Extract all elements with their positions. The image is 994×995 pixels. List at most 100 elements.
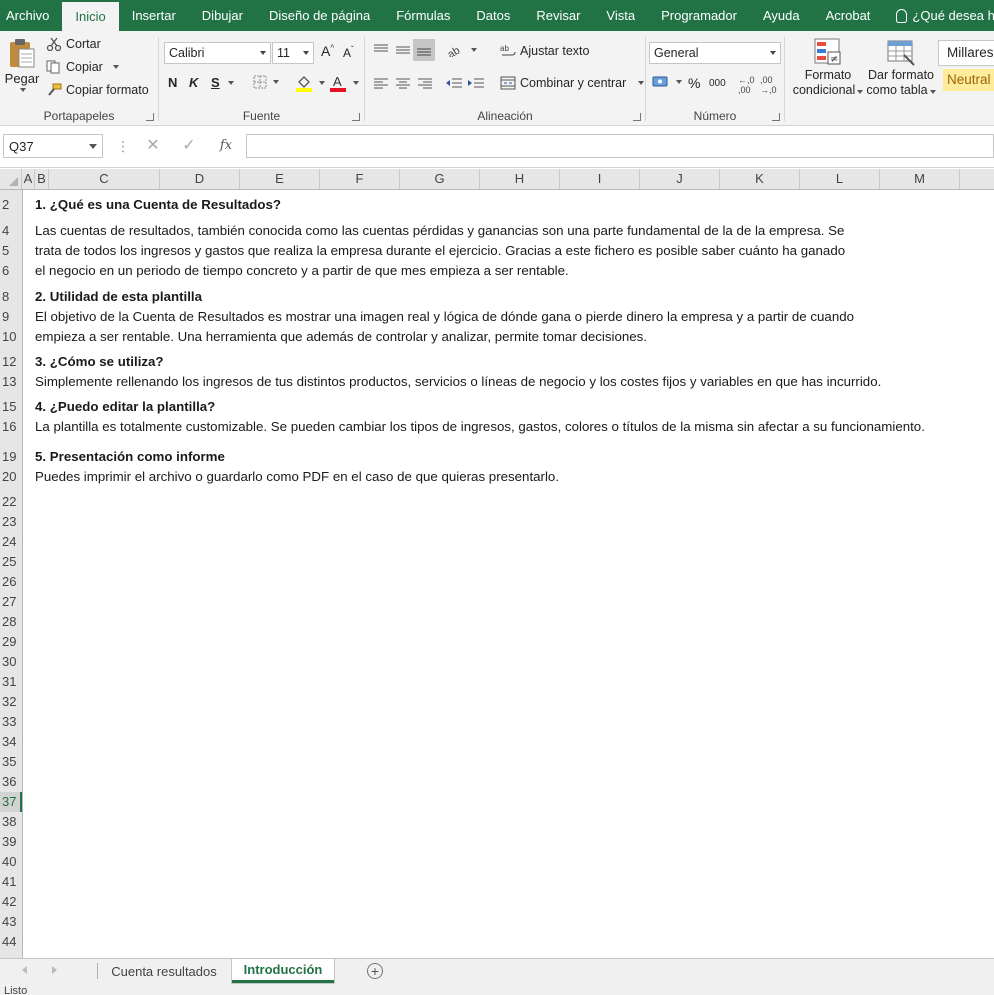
tab-revisar[interactable]: Revisar [523, 0, 593, 31]
row-header[interactable]: 24 [0, 532, 22, 552]
row-header[interactable]: 28 [0, 612, 22, 632]
accounting-format-button[interactable] [652, 75, 682, 89]
font-name-select[interactable]: Calibri [164, 42, 271, 64]
number-launcher-icon[interactable] [772, 113, 780, 121]
sheet-tab-cuenta-resultados[interactable]: Cuenta resultados [99, 959, 229, 983]
column-header-j[interactable]: J [640, 169, 720, 189]
style-millares[interactable]: Millares [938, 40, 994, 66]
fill-color-button[interactable] [295, 74, 325, 92]
tab-dibujar[interactable]: Dibujar [189, 0, 256, 31]
column-header-g[interactable]: G [400, 169, 480, 189]
underline-button[interactable]: S [211, 75, 234, 90]
number-format-select[interactable]: General [649, 42, 781, 64]
name-box[interactable]: Q37 [3, 134, 103, 158]
wrap-text-button[interactable]: ab Ajustar texto [500, 44, 589, 58]
font-size-select[interactable]: 11 [272, 42, 314, 64]
row-header[interactable]: 27 [0, 592, 22, 612]
decrease-decimal-button[interactable]: ,00 →,0 [760, 75, 777, 95]
row-header[interactable]: 8 [0, 287, 22, 307]
tab-vista[interactable]: Vista [593, 0, 648, 31]
row-header[interactable]: 41 [0, 872, 22, 892]
column-header-f[interactable]: F [320, 169, 400, 189]
row-header-selected[interactable]: 37 [0, 792, 22, 812]
align-left-icon[interactable] [373, 77, 389, 91]
alignment-launcher-icon[interactable] [633, 113, 641, 121]
insert-function-button[interactable]: fx [214, 135, 238, 157]
row-header[interactable]: 30 [0, 652, 22, 672]
row-header[interactable]: 4 [0, 221, 22, 241]
scroll-tabs-left-icon[interactable] [22, 966, 27, 974]
row-header[interactable]: 43 [0, 912, 22, 932]
italic-button[interactable]: K [189, 75, 198, 90]
percent-button[interactable]: % [688, 75, 700, 91]
row-header[interactable]: 2 [0, 195, 22, 215]
row-header[interactable]: 19 [0, 447, 22, 467]
more-options-icon[interactable]: ⋮ [116, 138, 130, 154]
tell-me-search[interactable]: ¿Qué desea hacer? [883, 0, 994, 31]
worksheet-grid[interactable]: 1. ¿Qué es una Cuenta de Resultados? Las… [23, 190, 994, 958]
clipboard-launcher-icon[interactable] [146, 113, 154, 121]
align-top-icon[interactable] [373, 43, 389, 57]
row-header[interactable]: 31 [0, 672, 22, 692]
cut-button[interactable]: Cortar [46, 37, 101, 51]
tab-datos[interactable]: Datos [463, 0, 523, 31]
decrease-indent-icon[interactable] [445, 77, 463, 91]
row-header[interactable]: 38 [0, 812, 22, 832]
formula-input[interactable] [246, 134, 994, 158]
decrease-font-button[interactable]: Aˇ [343, 45, 354, 60]
row-header[interactable]: 20 [0, 467, 22, 487]
format-painter-button[interactable]: Copiar formato [46, 83, 149, 97]
tab-insertar[interactable]: Insertar [119, 0, 189, 31]
row-header[interactable]: 44 [0, 932, 22, 952]
row-header[interactable]: 22 [0, 492, 22, 512]
row-header[interactable]: 42 [0, 892, 22, 912]
row-header[interactable]: 15 [0, 397, 22, 417]
style-neutral[interactable]: Neutral [943, 69, 994, 91]
enter-icon[interactable]: ✓ [177, 135, 201, 157]
tab-archivo[interactable]: Archivo [0, 0, 62, 31]
tab-acrobat[interactable]: Acrobat [813, 0, 884, 31]
bold-button[interactable]: N [168, 75, 177, 90]
font-launcher-icon[interactable] [352, 113, 360, 121]
tab-inicio[interactable]: Inicio [62, 0, 119, 31]
align-center-icon[interactable] [395, 77, 411, 91]
column-header-l[interactable]: L [800, 169, 880, 189]
column-header-k[interactable]: K [720, 169, 800, 189]
format-as-table-button[interactable]: Dar formato como tabla [865, 37, 937, 97]
row-header[interactable]: 23 [0, 512, 22, 532]
thousands-button[interactable]: 000 [709, 78, 726, 89]
tab-programador[interactable]: Programador [648, 0, 750, 31]
row-header[interactable]: 29 [0, 632, 22, 652]
row-header[interactable]: 36 [0, 772, 22, 792]
row-header[interactable]: 34 [0, 732, 22, 752]
column-header-a[interactable]: A [22, 169, 35, 189]
row-header[interactable]: 12 [0, 352, 22, 372]
row-header[interactable]: 39 [0, 832, 22, 852]
row-header[interactable]: 10 [0, 327, 22, 347]
row-header[interactable]: 32 [0, 692, 22, 712]
row-header[interactable]: 5 [0, 241, 22, 261]
borders-button[interactable] [253, 75, 279, 89]
conditional-format-button[interactable]: ≠ Formato condicional [791, 37, 865, 97]
column-header-d[interactable]: D [160, 169, 240, 189]
copy-button[interactable]: Copiar [46, 60, 119, 74]
align-middle-icon[interactable] [395, 43, 411, 57]
add-sheet-icon[interactable]: + [367, 963, 383, 979]
row-header[interactable]: 25 [0, 552, 22, 572]
row-header[interactable]: 26 [0, 572, 22, 592]
row-header[interactable]: 35 [0, 752, 22, 772]
row-header[interactable]: 33 [0, 712, 22, 732]
cancel-icon[interactable]: ✕ [141, 135, 165, 157]
scroll-tabs-right-icon[interactable] [52, 966, 57, 974]
align-right-icon[interactable] [417, 77, 433, 91]
tab-ayuda[interactable]: Ayuda [750, 0, 813, 31]
font-color-button[interactable]: A [329, 74, 359, 92]
orientation-button[interactable]: ab [447, 43, 477, 57]
column-header-i[interactable]: I [560, 169, 640, 189]
select-all-button[interactable] [0, 169, 22, 189]
tab-formulas[interactable]: Fórmulas [383, 0, 463, 31]
paste-button[interactable]: Pegar [5, 37, 39, 92]
row-header[interactable]: 40 [0, 852, 22, 872]
row-header[interactable]: 6 [0, 261, 22, 281]
row-header[interactable]: 13 [0, 372, 22, 392]
